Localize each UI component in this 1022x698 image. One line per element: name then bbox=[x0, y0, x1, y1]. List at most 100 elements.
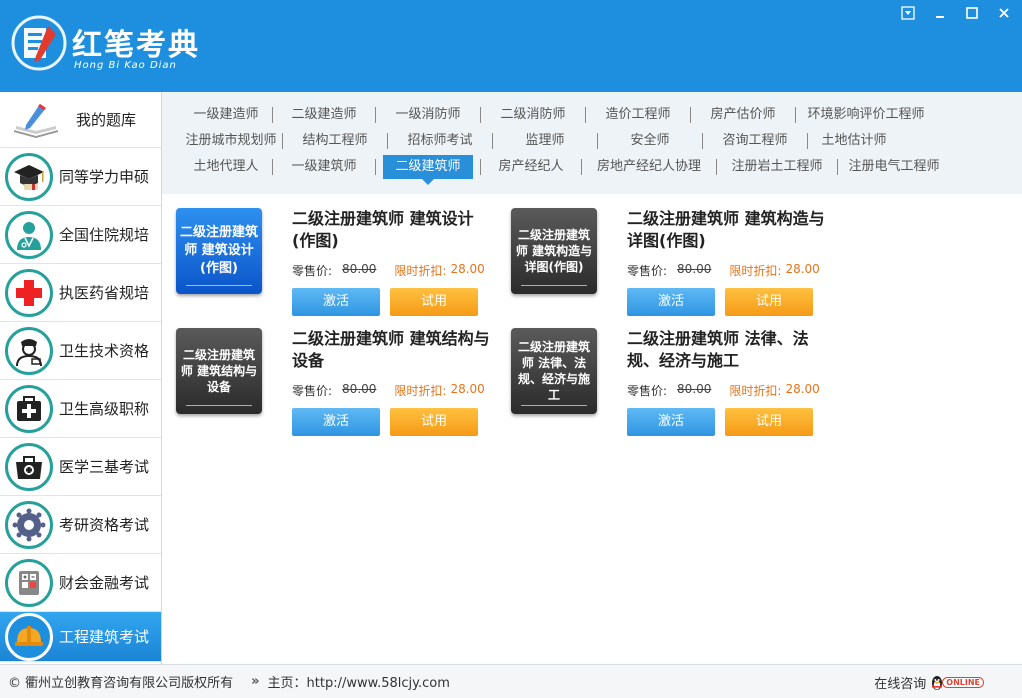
sidebar-item-label: 执医药省规培 bbox=[59, 284, 150, 302]
medical-kit-icon bbox=[5, 384, 53, 433]
product-price: 零售价: 80.00 限时折扣: 28.00 bbox=[292, 382, 492, 399]
sidebar-item-my-question-bank[interactable]: 我的题库 bbox=[0, 92, 161, 148]
sidebar-item-label: 医学三基考试 bbox=[59, 458, 150, 476]
tab-second-class-constructor[interactable]: 二级建造师 bbox=[273, 103, 375, 127]
gear-people-icon bbox=[5, 500, 53, 549]
activate-button[interactable]: 激活 bbox=[627, 408, 715, 436]
product-title: 二级注册建筑师 建筑设计(作图) bbox=[292, 209, 474, 250]
tab-geotechnical-engineer[interactable]: 注册岩土工程师 bbox=[717, 155, 837, 179]
price-label: 零售价: bbox=[627, 384, 668, 398]
cover-divider bbox=[186, 405, 252, 406]
window-controls bbox=[896, 4, 1016, 22]
product-cover-text: 二级注册建筑师 建筑构造与详图(作图) bbox=[515, 228, 593, 274]
pen-book-icon bbox=[14, 103, 58, 138]
minimize-icon[interactable] bbox=[928, 4, 952, 22]
product-title: 二级注册建筑师 建筑结构与设备 bbox=[292, 329, 490, 370]
product-cover-text: 二级注册建筑师 建筑设计(作图) bbox=[180, 225, 259, 276]
discount-price: 28.00 bbox=[785, 382, 820, 396]
product-cover[interactable]: 二级注册建筑师 法律、法规、经济与施工 bbox=[511, 328, 597, 414]
discount-price: 28.00 bbox=[450, 382, 485, 396]
tab-first-class-architect[interactable]: 一级建筑师 bbox=[273, 155, 375, 179]
tab-second-class-architect[interactable]: 二级建筑师 bbox=[383, 155, 473, 185]
sidebar-item-label: 同等学力申硕 bbox=[59, 168, 150, 186]
price-label: 零售价: bbox=[292, 264, 333, 278]
status-bar: © 衢州立创教育咨询有限公司版权所有 » 主页：http://www.58lcj… bbox=[0, 664, 1022, 698]
tab-electrical-engineer[interactable]: 注册电气工程师 bbox=[838, 155, 950, 179]
tab-consulting-engineer[interactable]: 咨询工程师 bbox=[703, 129, 807, 153]
product-title: 二级注册建筑师 建筑构造与详图(作图) bbox=[627, 209, 825, 250]
sidebar-item-senior-title[interactable]: 卫生高级职称 bbox=[0, 380, 161, 438]
trial-button[interactable]: 试用 bbox=[390, 408, 478, 436]
tab-environmental-engineer[interactable]: 环境影响评价工程师 bbox=[796, 103, 936, 127]
hard-hat-icon bbox=[5, 612, 53, 661]
app-header: 红笔考典 Hong Bi Kao Dian bbox=[0, 0, 1022, 92]
app-title: 红笔考典 bbox=[72, 28, 200, 63]
tab-row-1: 一级建造师 二级建造师 一级消防师 二级消防师 造价工程师 房产估价师 环境影响… bbox=[180, 103, 936, 127]
sidebar-item-accounting-finance[interactable]: 财会金融考试 bbox=[0, 554, 161, 612]
close-icon[interactable] bbox=[992, 4, 1016, 22]
product-cover[interactable]: 二级注册建筑师 建筑构造与详图(作图) bbox=[511, 208, 597, 294]
maximize-icon[interactable] bbox=[960, 4, 984, 22]
sidebar-item-equivalent-degree[interactable]: 同等学力申硕 bbox=[0, 148, 161, 206]
activate-button[interactable]: 激活 bbox=[292, 288, 380, 316]
product-price: 零售价: 80.00 限时折扣: 28.00 bbox=[292, 262, 492, 279]
tab-real-estate-broker-assistant[interactable]: 房地产经纪人协理 bbox=[582, 155, 716, 179]
trial-button[interactable]: 试用 bbox=[390, 288, 478, 316]
tab-real-estate-appraiser[interactable]: 房产估价师 bbox=[691, 103, 795, 127]
tab-cost-engineer[interactable]: 造价工程师 bbox=[586, 103, 690, 127]
trial-button[interactable]: 试用 bbox=[725, 288, 813, 316]
consult-label: 在线咨询 bbox=[874, 677, 927, 692]
logo-icon bbox=[11, 15, 67, 71]
tab-tender-exam[interactable]: 招标师考试 bbox=[388, 129, 492, 153]
tab-row-3: 土地代理人 一级建筑师 二级建筑师 房产经纪人 房地产经纪人协理 注册岩土工程师… bbox=[180, 155, 950, 185]
tab-safety-engineer[interactable]: 安全师 bbox=[598, 129, 702, 153]
sidebar-item-label: 全国住院规培 bbox=[59, 226, 150, 244]
tab-supervisor[interactable]: 监理师 bbox=[493, 129, 597, 153]
product-card: 二级注册建筑师 建筑结构与设备 二级注册建筑师 建筑结构与设备 零售价: 80.… bbox=[176, 328, 496, 438]
tab-land-appraiser[interactable]: 土地估计师 bbox=[808, 129, 900, 153]
copyright-text: © 衢州立创教育咨询有限公司版权所有 bbox=[8, 676, 234, 691]
discount-label: 限时折扣: bbox=[394, 264, 447, 278]
product-cover[interactable]: 二级注册建筑师 建筑结构与设备 bbox=[176, 328, 262, 414]
category-tabs: 一级建造师 二级建造师 一级消防师 二级消防师 造价工程师 房产估价师 环境影响… bbox=[162, 92, 1022, 194]
online-consult-button[interactable]: 在线咨询 ONLINE bbox=[874, 673, 984, 692]
tab-row-2: 注册城市规划师 结构工程师 招标师考试 监理师 安全师 咨询工程师 土地估计师 bbox=[180, 129, 900, 153]
activate-button[interactable]: 激活 bbox=[627, 288, 715, 316]
sidebar-item-three-basics[interactable]: 医学三基考试 bbox=[0, 438, 161, 496]
sidebar-item-label: 工程建筑考试 bbox=[59, 628, 150, 646]
original-price: 80.00 bbox=[342, 262, 377, 276]
dropdown-icon[interactable] bbox=[896, 4, 920, 22]
sidebar-item-health-tech[interactable]: 卫生技术资格 bbox=[0, 322, 161, 380]
discount-price: 28.00 bbox=[450, 262, 485, 276]
tab-first-class-fire[interactable]: 一级消防师 bbox=[376, 103, 480, 127]
product-price: 零售价: 80.00 限时折扣: 28.00 bbox=[627, 382, 827, 399]
original-price: 80.00 bbox=[677, 382, 712, 396]
cover-divider bbox=[521, 405, 587, 406]
sidebar-item-label: 卫生技术资格 bbox=[59, 342, 150, 360]
trial-button[interactable]: 试用 bbox=[725, 408, 813, 436]
cover-divider bbox=[186, 285, 252, 286]
original-price: 80.00 bbox=[677, 262, 712, 276]
sidebar-item-engineering[interactable]: 工程建筑考试 bbox=[0, 612, 161, 662]
tab-second-class-fire[interactable]: 二级消防师 bbox=[481, 103, 585, 127]
product-title: 二级注册建筑师 法律、法规、经济与施工 bbox=[627, 329, 809, 370]
tab-urban-planner[interactable]: 注册城市规划师 bbox=[180, 129, 282, 153]
product-list: 二级注册建筑师 建筑设计(作图) 二级注册建筑师 建筑设计(作图) 零售价: 8… bbox=[162, 194, 1022, 664]
sidebar-item-postgrad[interactable]: 考研资格考试 bbox=[0, 496, 161, 554]
sidebar-item-practitioner-training[interactable]: 执医药省规培 bbox=[0, 264, 161, 322]
activate-button[interactable]: 激活 bbox=[292, 408, 380, 436]
product-price: 零售价: 80.00 限时折扣: 28.00 bbox=[627, 262, 827, 279]
online-badge: ONLINE bbox=[930, 675, 984, 691]
tab-first-class-constructor[interactable]: 一级建造师 bbox=[180, 103, 272, 127]
sidebar-item-residency-training[interactable]: 全国住院规培 bbox=[0, 206, 161, 264]
tab-divider bbox=[375, 159, 376, 175]
homepage-link[interactable]: 主页：http://www.58lcjy.com bbox=[268, 672, 450, 691]
calculator-icon bbox=[5, 558, 53, 607]
discount-price: 28.00 bbox=[785, 262, 820, 276]
nurse-icon bbox=[5, 326, 53, 375]
product-cover-text: 二级注册建筑师 建筑结构与设备 bbox=[180, 348, 258, 394]
tab-land-agent[interactable]: 土地代理人 bbox=[180, 155, 272, 179]
product-cover[interactable]: 二级注册建筑师 建筑设计(作图) bbox=[176, 208, 262, 294]
tab-real-estate-broker[interactable]: 房产经纪人 bbox=[481, 155, 581, 179]
tab-structural-engineer[interactable]: 结构工程师 bbox=[283, 129, 387, 153]
